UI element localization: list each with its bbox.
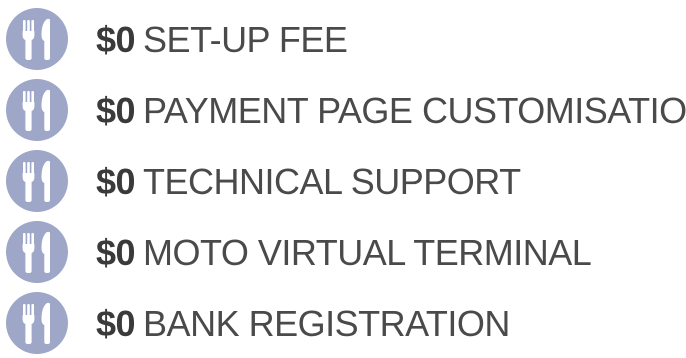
fork-knife-icon <box>6 292 68 354</box>
feature-text: SET-UP FEE <box>143 19 348 60</box>
fork-knife-icon <box>6 79 68 141</box>
feature-item: $0 MOTO VIRTUAL TERMINAL <box>0 217 686 287</box>
feature-item: $0 PAYMENT PAGE CUSTOMISATION <box>0 75 686 145</box>
feature-text: PAYMENT PAGE CUSTOMISATION <box>143 90 686 131</box>
feature-price: $0 <box>96 161 136 202</box>
feature-text: BANK REGISTRATION <box>143 303 510 344</box>
feature-text: MOTO VIRTUAL TERMINAL <box>143 232 592 273</box>
feature-label: $0 PAYMENT PAGE CUSTOMISATION <box>96 87 686 135</box>
feature-list: $0 SET-UP FEE $0 PAYMENT PAGE CUSTOMISATIO… <box>0 0 686 354</box>
feature-label: $0 MOTO VIRTUAL TERMINAL <box>96 229 592 277</box>
feature-price: $0 <box>96 90 136 131</box>
feature-item: $0 SET-UP FEE <box>0 4 686 74</box>
feature-item: $0 TECHNICAL SUPPORT <box>0 146 686 216</box>
feature-label: $0 SET-UP FEE <box>96 16 348 64</box>
feature-price: $0 <box>96 19 136 60</box>
feature-price: $0 <box>96 303 136 344</box>
feature-label: $0 BANK REGISTRATION <box>96 300 510 348</box>
feature-label: $0 TECHNICAL SUPPORT <box>96 158 521 206</box>
fork-knife-icon <box>6 221 68 283</box>
feature-text: TECHNICAL SUPPORT <box>143 161 521 202</box>
fork-knife-icon <box>6 8 68 70</box>
feature-price: $0 <box>96 232 136 273</box>
feature-item: $0 BANK REGISTRATION <box>0 288 686 358</box>
fork-knife-icon <box>6 150 68 212</box>
